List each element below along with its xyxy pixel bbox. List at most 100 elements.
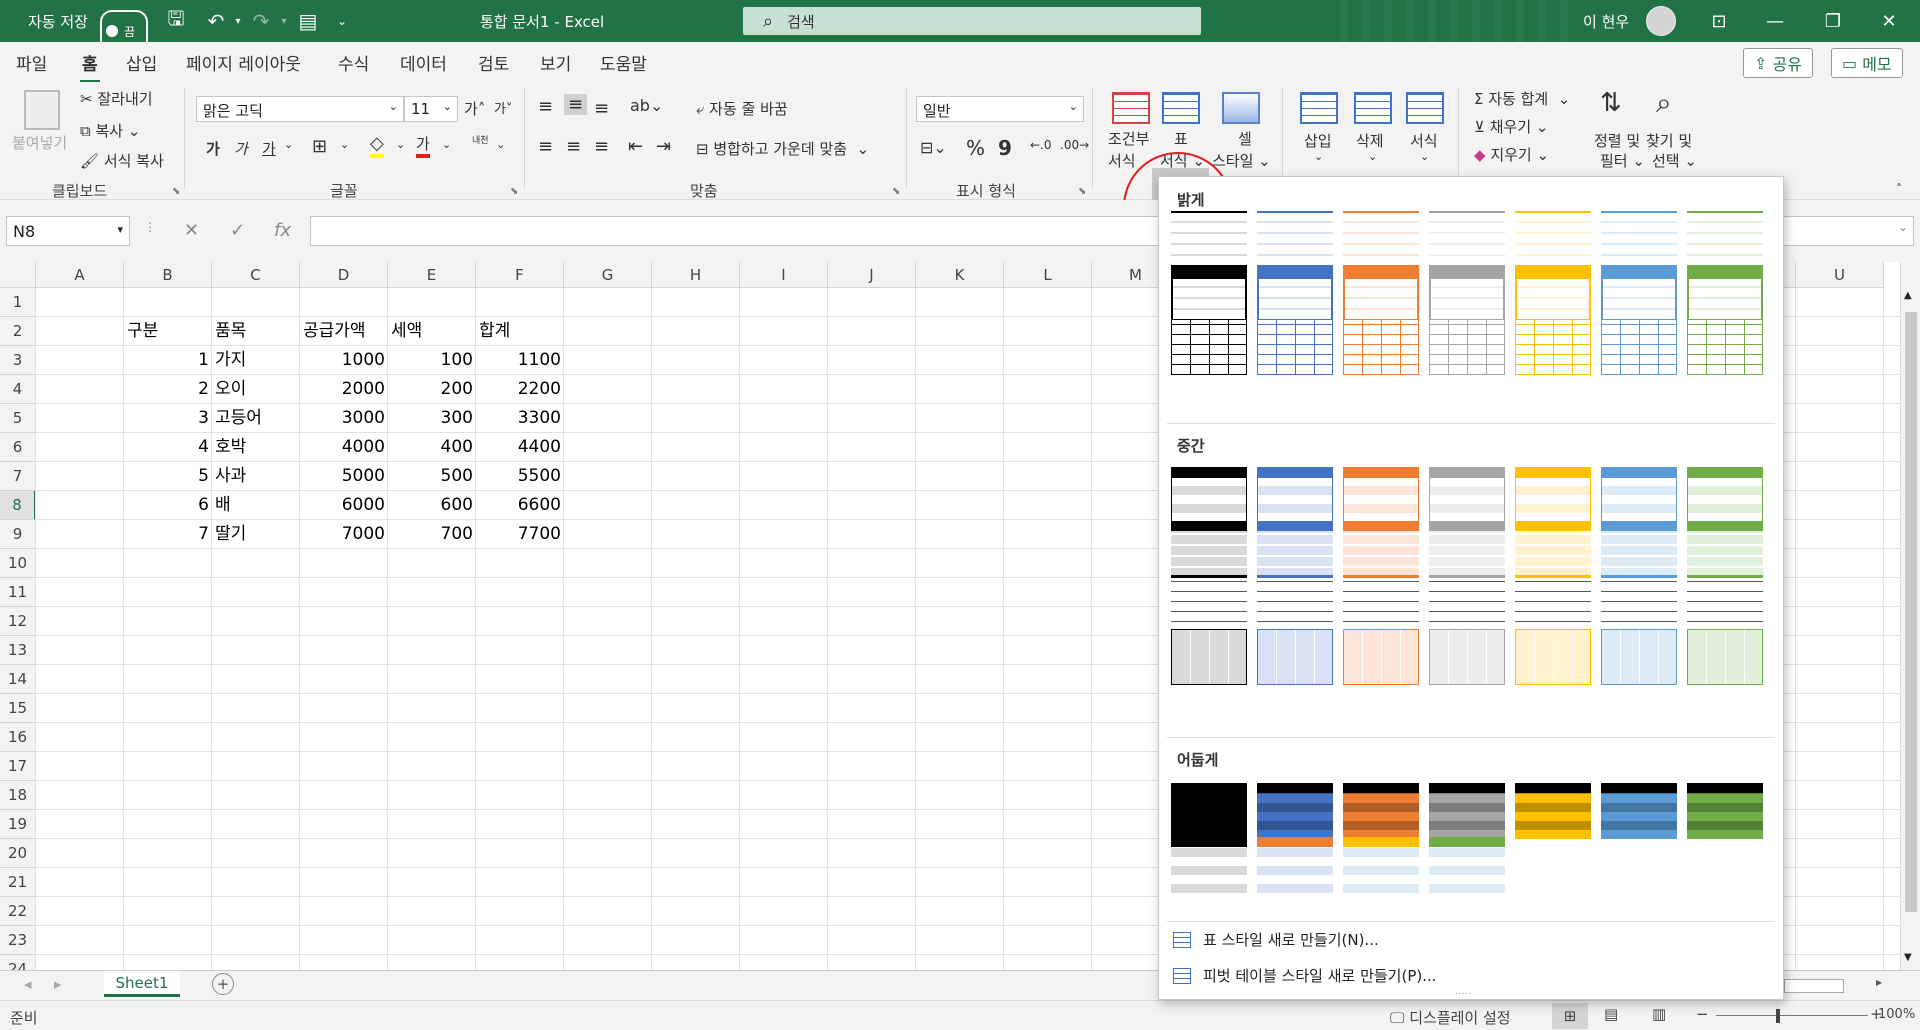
cut-button[interactable]: ✂ 잘라내기 [80,88,153,109]
cell-styles-button[interactable]: 셀 [1238,128,1252,149]
avatar[interactable] [1646,6,1676,36]
table-style-swatch[interactable] [1687,319,1763,375]
clipboard-launcher-icon[interactable]: ⬊ [172,186,180,197]
table-style-swatch[interactable] [1601,265,1677,321]
cancel-icon[interactable]: ✕ [184,220,199,241]
column-header[interactable]: A [36,262,124,288]
cell[interactable]: 4 [124,433,212,462]
table-style-swatch[interactable] [1343,521,1419,577]
table-style-swatch[interactable] [1687,575,1763,631]
cell[interactable]: 700 [388,520,476,549]
table-style-swatch[interactable] [1429,521,1505,577]
cell[interactable]: 3300 [476,404,564,433]
row-header[interactable]: 12 [0,607,36,636]
name-box[interactable]: N8 ▾ [6,216,130,246]
table-style-swatch[interactable] [1171,629,1247,685]
row-header[interactable]: 21 [0,868,36,897]
table-style-swatch[interactable] [1687,467,1763,523]
align-top-icon[interactable]: ≡ [538,96,553,117]
table-style-swatch[interactable] [1257,521,1333,577]
row-header[interactable]: 13 [0,636,36,665]
fill-button[interactable]: ⊻ 채우기 ⌄ [1474,116,1549,137]
row-header[interactable]: 8 [0,491,36,520]
shrink-font-button[interactable]: 가˅ [494,98,512,117]
column-header[interactable]: D [300,262,388,288]
format-dropdown-icon[interactable]: ⌄ [1420,150,1429,163]
tab-page-layout[interactable]: 페이지 레이아웃 [186,50,301,75]
table-style-swatch[interactable] [1687,521,1763,577]
row-header[interactable]: 24 [0,955,36,970]
table-style-swatch[interactable] [1343,467,1419,523]
cell[interactable]: 호박 [212,433,300,462]
cell[interactable]: 합계 [476,317,564,346]
font-color-dropdown-icon[interactable]: ⌄ [442,138,451,151]
table-style-swatch[interactable] [1343,575,1419,631]
sort-filter-icon[interactable]: ⇅ [1600,88,1622,118]
phonetic-button[interactable]: 내천 [472,136,492,146]
table-style-swatch[interactable] [1515,521,1591,577]
table-style-swatch[interactable] [1257,265,1333,321]
cell[interactable]: 2 [124,375,212,404]
row-header[interactable]: 23 [0,926,36,955]
format-as-table-icon[interactable] [1162,92,1200,124]
memo-button[interactable]: ▭ 메모 [1831,48,1903,78]
cell[interactable]: 사과 [212,462,300,491]
tab-insert[interactable]: 삽입 [126,50,157,75]
number-format-select[interactable]: 일반 ⌄ [916,96,1084,122]
table-style-swatch[interactable] [1601,575,1677,631]
tab-formulas[interactable]: 수식 [338,50,369,75]
enter-icon[interactable]: ✓ [230,220,245,241]
page-break-view-icon[interactable]: ▥ [1652,1005,1666,1023]
table-style-swatch[interactable] [1343,319,1419,375]
cell[interactable]: 딸기 [212,520,300,549]
phonetic-dropdown-icon[interactable]: ⌄ [496,138,505,151]
clear-button[interactable]: ◆ 지우기 ⌄ [1474,144,1549,165]
cell[interactable]: 600 [388,491,476,520]
new-table-style-item[interactable]: 표 스타일 새로 만들기(N)... [1173,929,1379,950]
align-bottom-icon[interactable]: ≡ [594,98,609,119]
table-style-swatch[interactable] [1171,211,1247,267]
scroll-up-icon[interactable]: ▲ [1904,290,1916,301]
table-style-swatch[interactable] [1687,783,1763,839]
table-style-swatch[interactable] [1601,521,1677,577]
table-style-swatch[interactable] [1257,783,1333,839]
cell[interactable]: 3 [124,404,212,433]
table-style-swatch[interactable] [1429,211,1505,267]
row-header[interactable]: 14 [0,665,36,694]
insert-function-button[interactable]: fx [274,220,291,241]
row-header[interactable]: 5 [0,404,36,433]
expand-formula-icon[interactable]: ⌄ [1898,220,1908,234]
row-header[interactable]: 11 [0,578,36,607]
cell[interactable]: 세액 [388,317,476,346]
cell[interactable]: 품목 [212,317,300,346]
hscroll-right-icon[interactable]: ▸ [1876,975,1882,989]
table-style-swatch[interactable] [1515,783,1591,839]
page-layout-view-icon[interactable]: ▤ [1604,1005,1618,1023]
table-style-swatch[interactable] [1257,211,1333,267]
column-header[interactable]: H [652,262,740,288]
row-header[interactable]: 6 [0,433,36,462]
font-name-select[interactable]: 맑은 고딕 ⌄ [196,96,404,122]
tab-review[interactable]: 검토 [478,50,509,75]
bold-button[interactable]: 가 [206,138,220,159]
decrease-decimal-icon[interactable]: .00→ [1060,138,1089,152]
autosum-button[interactable]: Σ 자동 합계 ⌄ [1474,88,1570,109]
font-launcher-icon[interactable]: ⬊ [510,186,518,197]
underline-button[interactable]: 가 [262,138,276,159]
select-all-corner[interactable] [0,262,36,288]
table-style-swatch[interactable] [1687,211,1763,267]
increase-indent-icon[interactable]: ⇥ [656,136,671,157]
table-style-swatch[interactable] [1343,837,1419,893]
column-header[interactable]: I [740,262,828,288]
scroll-down-icon[interactable]: ▼ [1904,952,1912,963]
find-select-button[interactable]: 찾기 및 [1646,130,1692,151]
table-style-swatch[interactable] [1515,211,1591,267]
grow-font-button[interactable]: 가˄ [464,98,485,119]
table-style-swatch[interactable] [1601,783,1677,839]
delete-cells-button[interactable]: 삭제 [1356,130,1384,151]
column-header[interactable]: L [1004,262,1092,288]
row-header[interactable]: 17 [0,752,36,781]
horizontal-scrollbar[interactable] [1784,979,1844,993]
row-header[interactable]: 1 [0,288,36,317]
resize-grip-icon[interactable]: ····· [1455,989,1471,1000]
